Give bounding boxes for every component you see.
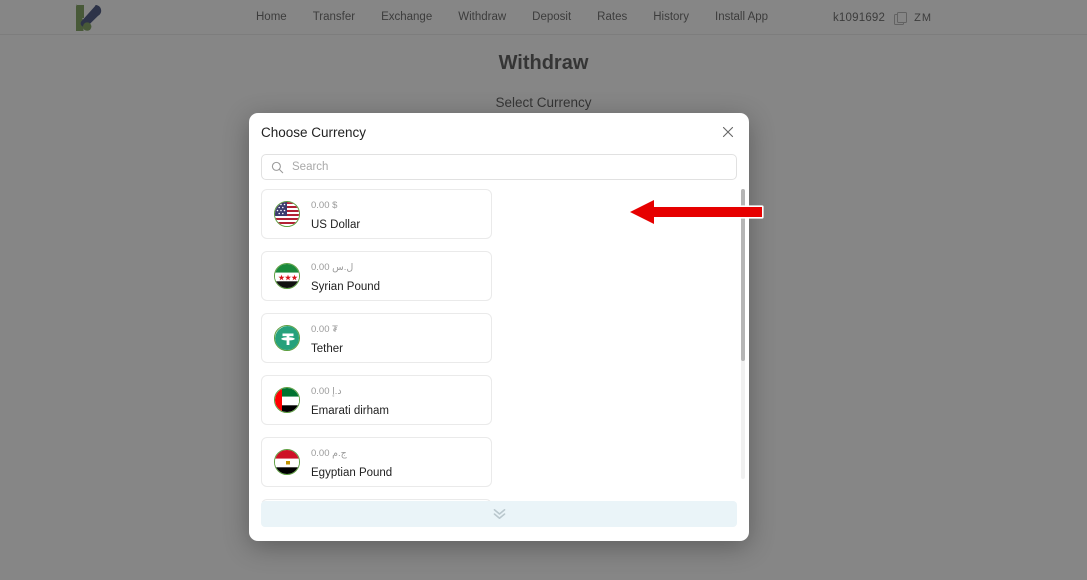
currency-item[interactable]: 0.00 $ US Dollar: [261, 189, 492, 239]
currency-item[interactable]: 0.00 ل.س Syrian Pound: [261, 251, 492, 301]
currency-list[interactable]: 0.00 $ US Dollar 0.00 ل.س Syrian Pound 0.00 …: [261, 189, 741, 502]
flag-icon-sy: [274, 263, 300, 289]
flag-icon-ae: [274, 387, 300, 413]
search-icon: [271, 161, 284, 174]
chevron-double-down-icon: [493, 508, 505, 520]
currency-item[interactable]: 0.00 ₮ Tether: [261, 313, 492, 363]
show-more-button[interactable]: [261, 501, 737, 527]
close-icon[interactable]: [717, 121, 739, 143]
flag-icon-usdt: [274, 325, 300, 351]
search-input[interactable]: [284, 161, 736, 173]
currency-name: Egyptian Pound: [311, 467, 393, 479]
modal-header: Choose Currency: [249, 113, 749, 153]
flag-icon-us: [274, 201, 300, 227]
currency-item[interactable]: 0.00 د.إ Emarati dirham: [261, 375, 492, 425]
currency-balance: 0.00 ل.س: [311, 262, 354, 273]
currency-balance: 0.00 ج.م: [311, 448, 347, 459]
currency-name: US Dollar: [311, 219, 361, 231]
currency-balance: 0.00 $: [311, 200, 338, 211]
search-field[interactable]: [261, 154, 737, 180]
app-root: Home Transfer Exchange Withdraw Deposit …: [0, 0, 1087, 580]
flag-icon-eg: [274, 449, 300, 475]
currency-name: Emarati dirham: [311, 405, 389, 417]
choose-currency-modal: Choose Currency 0.00 $ US Dollar 0.00 ل.س S…: [249, 113, 749, 541]
scrollbar-thumb[interactable]: [741, 189, 745, 361]
currency-item[interactable]: 0.00 ج.م Egyptian Pound: [261, 437, 492, 487]
currency-balance: 0.00 ₮: [311, 324, 338, 335]
modal-title: Choose Currency: [261, 125, 367, 140]
currency-name: Tether: [311, 343, 343, 355]
currency-balance: 0.00 د.إ: [311, 386, 342, 397]
currency-name: Syrian Pound: [311, 281, 381, 293]
